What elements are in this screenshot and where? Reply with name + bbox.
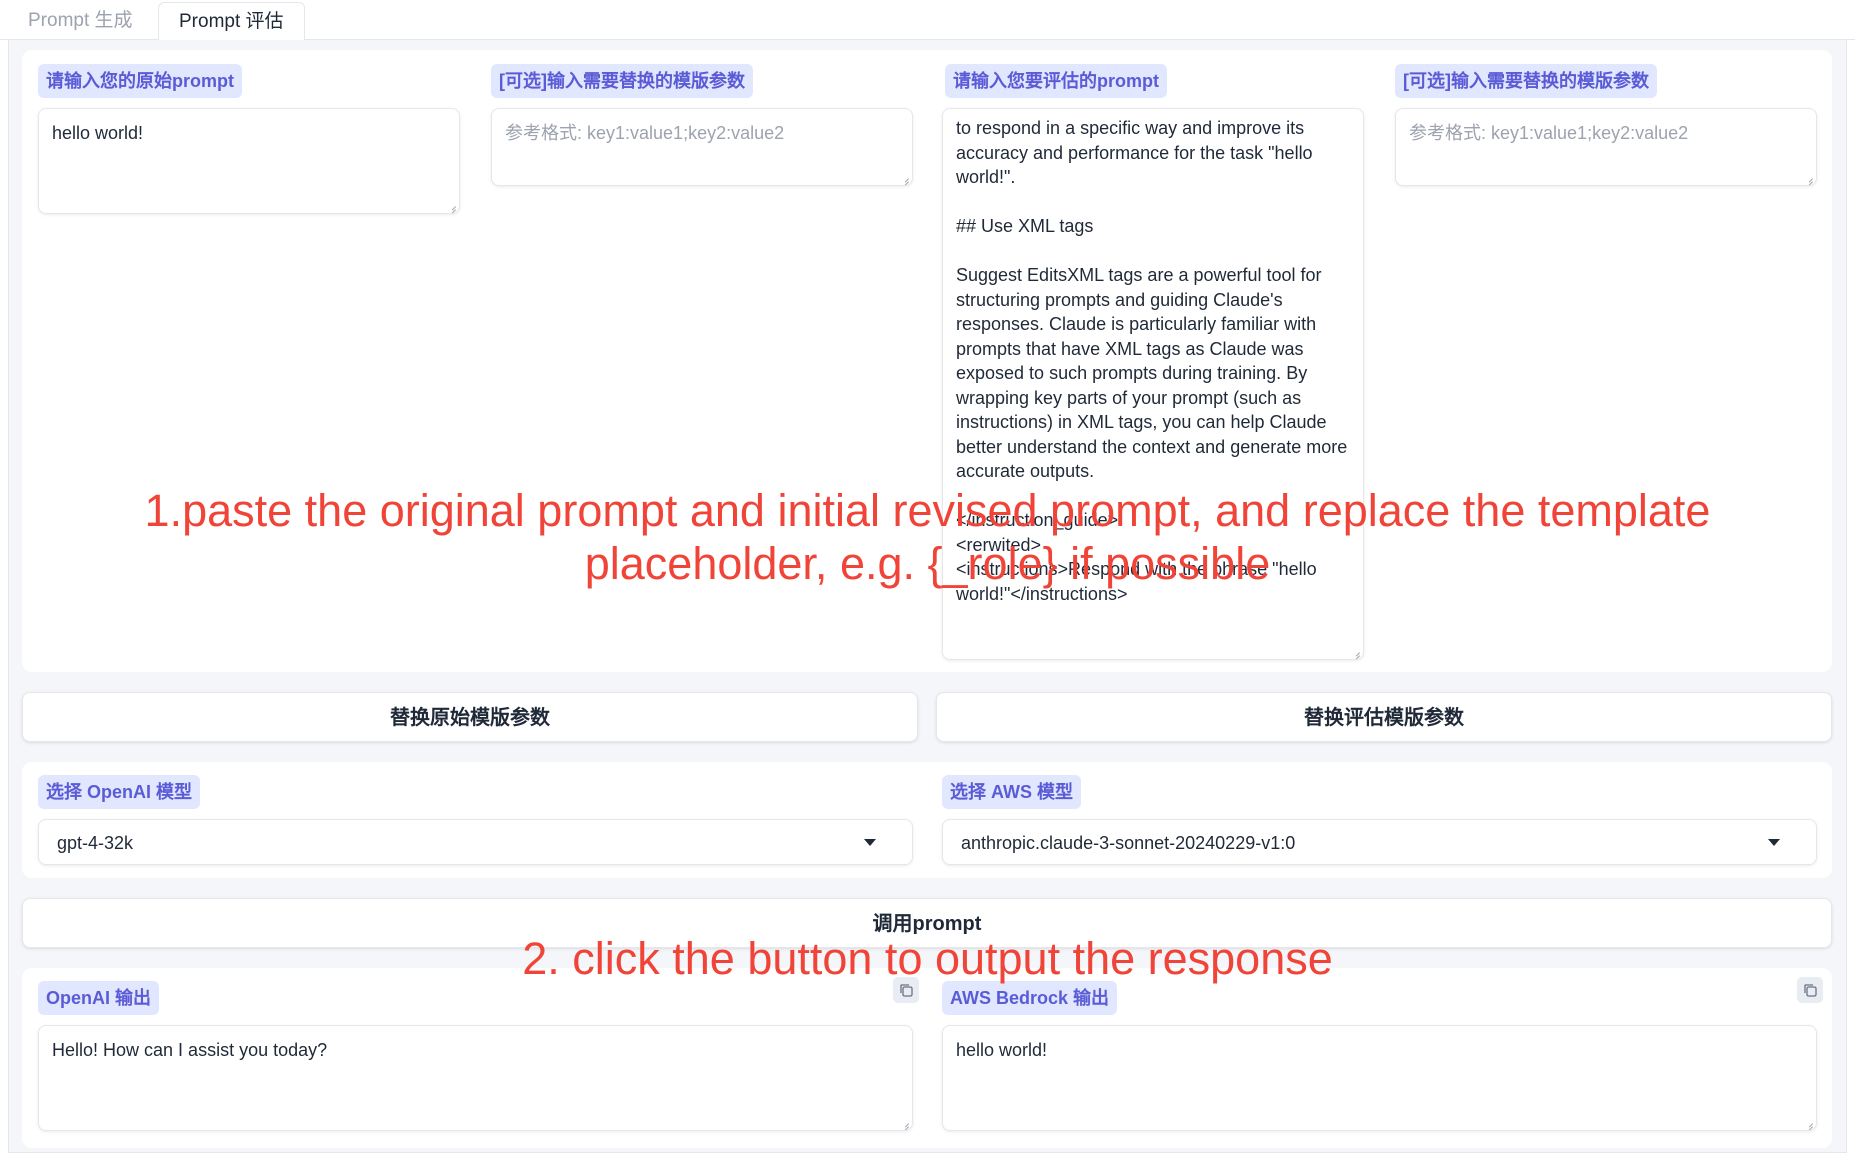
replace-eval-params-button[interactable]: 替换评估模版参数 <box>936 692 1832 742</box>
eval-prompt-label: 请输入您要评估的prompt <box>945 64 1167 98</box>
resize-handle-icon[interactable] <box>900 173 909 182</box>
openai-output-label: OpenAI 输出 <box>38 981 160 1015</box>
original-prompt-input[interactable]: hello world! <box>38 108 460 214</box>
tab-bar: Prompt 生成 Prompt 评估 <box>0 0 1855 41</box>
aws-model-select[interactable]: anthropic.claude-3-sonnet-20240229-v1:0 <box>942 819 1817 865</box>
resize-handle-icon[interactable] <box>447 201 456 210</box>
original-prompt-label: 请输入您的原始prompt <box>38 64 242 98</box>
eval-params-label: [可选]输入需要替换的模版参数 <box>1395 64 1657 98</box>
tab-prompt-evaluate[interactable]: Prompt 评估 <box>158 2 305 41</box>
eval-params-placeholder: 参考格式: key1:value1;key2:value2 <box>1409 123 1689 143</box>
chevron-down-icon <box>864 839 876 846</box>
openai-output-value: Hello! How can I assist you today? <box>52 1040 328 1060</box>
chevron-down-icon <box>1768 839 1780 846</box>
annotation-step2: 2. click the button to output the respon… <box>522 933 1333 984</box>
aws-model-label: 选择 AWS 模型 <box>942 775 1082 809</box>
aws-model-value: anthropic.claude-3-sonnet-20240229-v1:0 <box>961 833 1296 853</box>
original-params-input[interactable]: 参考格式: key1:value1;key2:value2 <box>491 108 913 186</box>
openai-model-select[interactable]: gpt-4-32k <box>38 819 913 865</box>
original-params-label: [可选]输入需要替换的模版参数 <box>491 64 753 98</box>
aws-output-value: hello world! <box>956 1040 1048 1060</box>
resize-handle-icon[interactable] <box>1804 1118 1813 1127</box>
annotation-step1-line2: placeholder, e.g. {_role} if possible <box>584 538 1271 589</box>
openai-model-value: gpt-4-32k <box>57 833 134 853</box>
original-params-placeholder: 参考格式: key1:value1;key2:value2 <box>505 123 785 143</box>
resize-handle-icon[interactable] <box>1804 173 1813 182</box>
openai-model-label: 选择 OpenAI 模型 <box>38 775 201 809</box>
resize-handle-icon[interactable] <box>1351 647 1360 656</box>
eval-params-input[interactable]: 参考格式: key1:value1;key2:value2 <box>1395 108 1817 186</box>
tab-prompt-generate[interactable]: Prompt 生成 <box>8 2 153 40</box>
resize-handle-icon[interactable] <box>900 1118 909 1127</box>
openai-output-box[interactable]: Hello! How can I assist you today? <box>38 1025 913 1131</box>
aws-output-box[interactable]: hello world! <box>942 1025 1817 1131</box>
replace-original-params-button[interactable]: 替换原始模版参数 <box>22 692 918 742</box>
original-prompt-value: hello world! <box>52 123 144 143</box>
aws-output-label: AWS Bedrock 输出 <box>942 981 1118 1015</box>
annotation-step1-line1: 1.paste the original prompt and initial … <box>144 485 1711 536</box>
